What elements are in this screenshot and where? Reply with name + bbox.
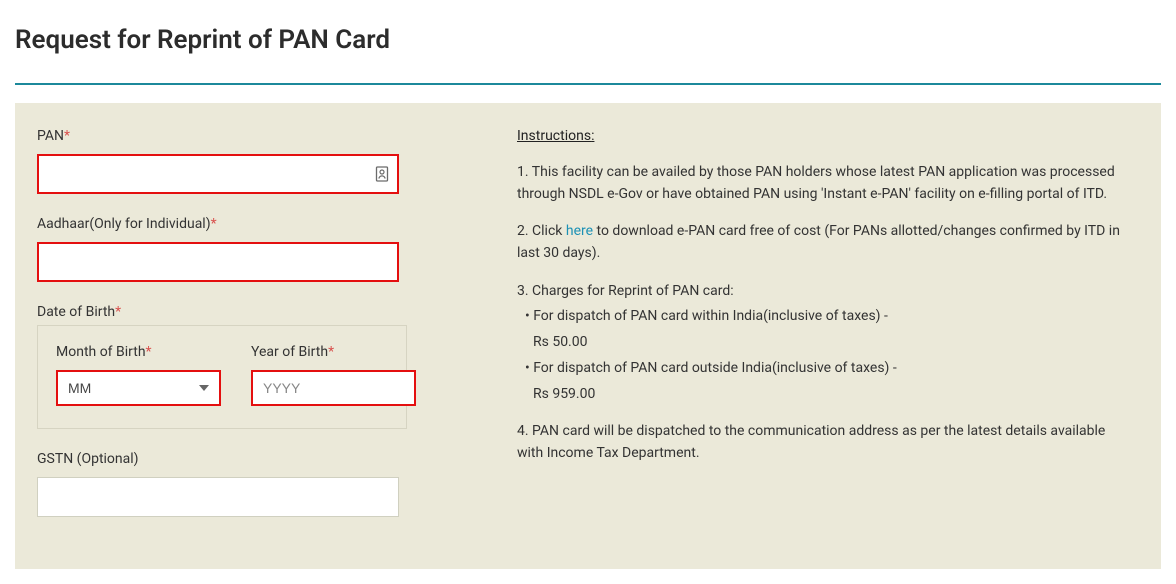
aadhaar-input[interactable] <box>37 242 399 282</box>
gstn-label: GSTN (Optional) <box>37 451 457 467</box>
instruction-2: 2. Click here to download e-PAN card fre… <box>517 221 1124 264</box>
gstn-input[interactable] <box>37 477 399 517</box>
month-required-mark: * <box>146 344 152 360</box>
aadhaar-label-text: Aadhaar(Only for Individual) <box>37 216 211 232</box>
pan-label-text: PAN <box>37 128 64 144</box>
aadhaar-required-mark: * <box>211 216 217 232</box>
pan-required-mark: * <box>64 128 70 144</box>
year-label-text: Year of Birth <box>251 344 328 360</box>
pan-label: PAN* <box>37 128 457 144</box>
month-select[interactable]: MM <box>56 370 221 406</box>
charge-outside-label: • For dispatch of PAN card outside India… <box>525 358 1124 380</box>
year-input[interactable] <box>251 370 416 406</box>
pan-field-group: PAN* <box>37 128 457 194</box>
instruction-2-post: to download e-PAN card free of cost (For… <box>517 223 1120 261</box>
aadhaar-label: Aadhaar(Only for Individual)* <box>37 216 457 232</box>
charge-outside-value: Rs 959.00 <box>533 384 1124 406</box>
month-label-text: Month of Birth <box>56 344 146 360</box>
form-panel: PAN* Aadhaar(Only for Individual)* Date … <box>15 103 1161 569</box>
instruction-4: 4. PAN card will be dispatched to the co… <box>517 421 1124 464</box>
gstn-label-text: GSTN (Optional) <box>37 451 139 467</box>
instruction-3: 3. Charges for Reprint of PAN card: <box>517 281 1124 303</box>
page-title: Request for Reprint of PAN Card <box>15 25 1161 55</box>
dob-required-mark: * <box>115 304 121 320</box>
aadhaar-field-group: Aadhaar(Only for Individual)* <box>37 216 457 282</box>
form-column: PAN* Aadhaar(Only for Individual)* Date … <box>37 128 457 539</box>
instructions-column: Instructions: 1. This facility can be av… <box>517 128 1139 539</box>
dob-label-text: Date of Birth <box>37 304 115 320</box>
dob-field-group: Date of Birth* Month of Birth* MM Year o… <box>37 304 457 429</box>
instruction-2-pre: 2. Click <box>517 223 566 239</box>
download-epan-link[interactable]: here <box>566 223 593 239</box>
charge-india-label: • For dispatch of PAN card within India(… <box>525 306 1124 328</box>
month-label: Month of Birth* <box>56 344 221 360</box>
dob-label: Date of Birth* <box>37 304 457 320</box>
instructions-heading: Instructions: <box>517 128 1124 144</box>
month-sub: Month of Birth* MM <box>56 344 221 406</box>
gstn-field-group: GSTN (Optional) <box>37 451 457 517</box>
header-divider <box>15 83 1161 85</box>
year-required-mark: * <box>328 344 334 360</box>
year-sub: Year of Birth* <box>251 344 416 406</box>
year-label: Year of Birth* <box>251 344 416 360</box>
charge-india-value: Rs 50.00 <box>533 332 1124 354</box>
instruction-1: 1. This facility can be availed by those… <box>517 162 1124 205</box>
pan-input[interactable] <box>37 154 399 194</box>
dob-box: Month of Birth* MM Year of Birth* <box>37 325 407 429</box>
